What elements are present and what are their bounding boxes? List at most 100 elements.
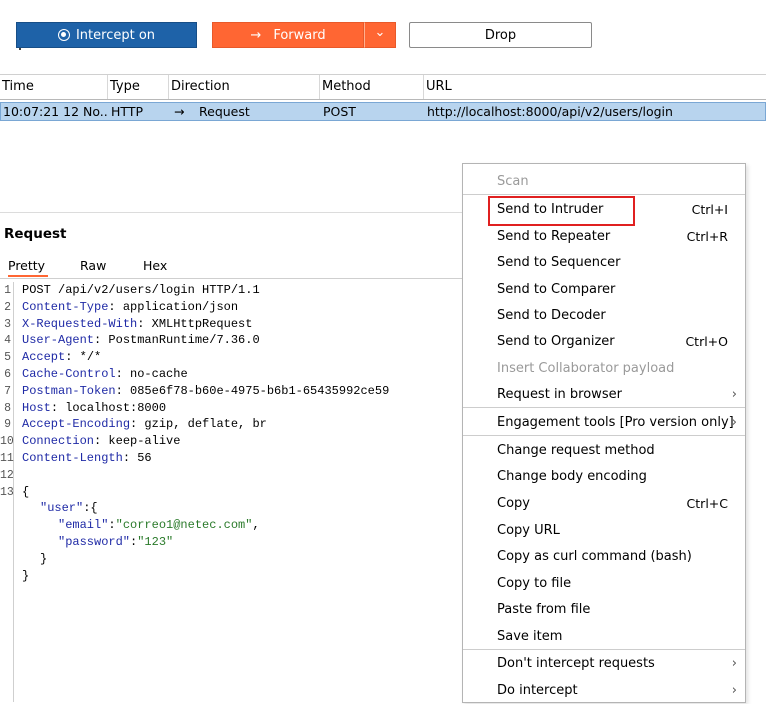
header-line: Accept-Encoding: gzip, deflate, br (22, 417, 267, 432)
tab-raw[interactable]: Raw (80, 256, 110, 277)
line-number: 2 (4, 300, 11, 314)
header-name: Cache-Control (22, 367, 116, 381)
json-punct: :{ (83, 501, 98, 516)
line-number: 8 (4, 401, 11, 415)
line-number: 12 (0, 468, 14, 482)
header-name: X-Requested-With (22, 316, 138, 331)
line-number: 7 (4, 384, 11, 398)
intercept-label: Intercept on (75, 27, 156, 43)
tab-hex[interactable]: Hex (143, 256, 173, 277)
menu-separator (463, 649, 745, 650)
line-number: 5 (4, 351, 11, 365)
menu-item-request-in-browser[interactable]: Request in browser › (463, 382, 745, 408)
menu-item-save-item[interactable]: Save item (463, 624, 745, 650)
line-number: 11 (0, 452, 14, 465)
column-header-type[interactable]: Type (108, 75, 169, 99)
header-value: */* (72, 350, 102, 365)
menu-item-change-request-method[interactable]: Change request method (463, 438, 745, 464)
line-number: 4 (4, 334, 11, 348)
menu-item-don-t-intercept-requests[interactable]: Don't intercept requests › (463, 651, 745, 677)
chevron-right-icon: › (731, 656, 737, 671)
json-string: "correo1@netec.com" (115, 518, 253, 533)
row-url: http://localhost:8000/api/v2/users/login (427, 104, 673, 119)
line-number: 13 (0, 485, 14, 499)
direction-arrow-icon: → (174, 104, 185, 119)
drop-button[interactable]: Drop (409, 22, 592, 48)
header-name: Content-Length (22, 451, 123, 465)
row-type: HTTP (111, 104, 143, 119)
menu-item-label: Paste from file (497, 602, 591, 617)
menu-item-send-to-comparer[interactable]: Send to Comparer (463, 277, 745, 303)
header-line: User-Agent: PostmanRuntime/7.36.0 (22, 333, 260, 348)
context-menu: Scan Send to Intruder Ctrl+I Send to Repeat… (462, 163, 746, 703)
json-key: "password" (58, 535, 131, 549)
menu-item-label: Scan (497, 174, 529, 189)
menu-item-change-body-encoding[interactable]: Change body encoding (463, 464, 745, 490)
header-line: Content-Type: application/json (22, 299, 239, 314)
header-value: 085e6f78-b60e-4975-b6b1-65435992ce59 (122, 383, 390, 398)
forward-button[interactable]: → Forward (212, 22, 364, 48)
intercept-toggle-button[interactable]: Intercept on (16, 22, 197, 48)
menu-item-send-to-sequencer[interactable]: Send to Sequencer (463, 250, 745, 276)
header-line: Cache-Control: no-cache (22, 367, 188, 381)
column-header-url[interactable]: URL (424, 75, 766, 99)
menu-shortcut: Ctrl+I (691, 202, 728, 217)
header-name: Connection (22, 434, 95, 449)
menu-item-label: Copy as curl command (bash) (497, 549, 692, 564)
menu-item-send-to-organizer[interactable]: Send to Organizer Ctrl+O (463, 329, 745, 355)
line-number: 1 (4, 284, 11, 297)
highlight-annotation (488, 196, 635, 226)
body-open: { (22, 484, 30, 499)
menu-item-label: Send to Repeater (497, 229, 611, 244)
menu-item-label: Copy URL (497, 523, 560, 538)
panel-divider (0, 212, 462, 213)
menu-item-engagement-tools-pro-version-only[interactable]: Engagement tools [Pro version only] › (463, 410, 745, 436)
header-name: Accept-Encoding (22, 417, 131, 432)
json-key: "user" (40, 501, 84, 516)
header-line: Accept: */* (22, 350, 102, 365)
line-number: 10 (0, 435, 14, 449)
menu-item-label: Send to Organizer (497, 334, 615, 349)
menu-item-copy[interactable]: Copy Ctrl+C (463, 491, 745, 517)
menu-item-label: Engagement tools [Pro version only] (497, 415, 734, 430)
menu-item-send-to-repeater[interactable]: Send to Repeater Ctrl+R (463, 224, 745, 250)
table-row[interactable]: 10:07:21 12 No... HTTP → Request POST ht… (0, 102, 766, 121)
json-string: "123" (137, 535, 174, 549)
request-line: POST /api/v2/users/login HTTP/1.1 (22, 283, 260, 297)
menu-separator (463, 194, 745, 195)
menu-item-paste-from-file[interactable]: Paste from file (463, 597, 745, 623)
header-name: Content-Type (22, 299, 109, 314)
chevron-right-icon: › (731, 683, 737, 698)
menu-item-copy-to-file[interactable]: Copy to file (463, 571, 745, 597)
line-number: 9 (4, 418, 11, 432)
menu-separator (463, 407, 745, 408)
json-key: "email" (58, 518, 109, 533)
header-name: User-Agent (22, 333, 95, 348)
header-value: PostmanRuntime/7.36.0 (101, 333, 260, 348)
column-header-time[interactable]: Time (0, 75, 108, 99)
menu-item-insert-collaborator-payload: Insert Collaborator payload (463, 356, 745, 382)
menu-item-label: Insert Collaborator payload (497, 361, 675, 376)
menu-item-copy-as-curl-command-bash[interactable]: Copy as curl command (bash) (463, 544, 745, 570)
menu-item-copy-url[interactable]: Copy URL (463, 518, 745, 544)
header-line: Content-Length: 56 (22, 451, 152, 465)
row-method: POST (323, 104, 356, 119)
menu-item-send-to-decoder[interactable]: Send to Decoder (463, 303, 745, 329)
line-number: 6 (4, 368, 11, 381)
menu-item-label: Copy to file (497, 576, 572, 591)
menu-item-label: Don't intercept requests (497, 656, 655, 671)
header-value: no-cache (122, 367, 188, 381)
chevron-right-icon: › (731, 415, 737, 430)
column-header-direction[interactable]: Direction (169, 75, 320, 99)
header-value: application/json (115, 299, 239, 314)
menu-item-label: Send to Decoder (497, 308, 606, 323)
forward-dropdown-button[interactable]: ⌄ (364, 22, 396, 48)
menu-item-label: Change request method (497, 443, 655, 458)
request-panel-title: Request (4, 226, 67, 242)
intercept-icon (57, 29, 70, 41)
tab-pretty[interactable]: Pretty (8, 256, 48, 277)
column-header-method[interactable]: Method (320, 75, 424, 99)
menu-item-do-intercept[interactable]: Do intercept › (463, 678, 745, 704)
chevron-right-icon: › (731, 387, 737, 402)
header-name: Postman-Token (22, 383, 116, 398)
